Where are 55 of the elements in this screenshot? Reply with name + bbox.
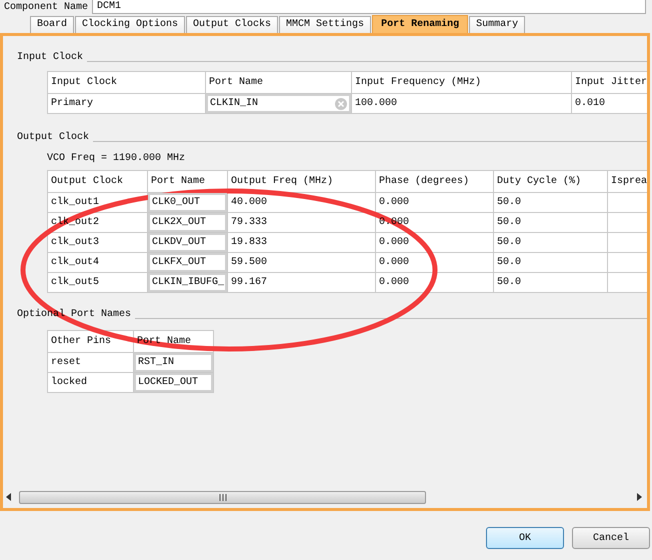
tab[interactable]: Output Clocks <box>186 16 278 33</box>
table-cell: 50.0 <box>494 252 608 272</box>
port-name-field[interactable]: CLK0_OUT <box>148 193 227 212</box>
tab[interactable]: Board <box>30 16 74 33</box>
table-cell: 50.0 <box>494 192 608 212</box>
tab[interactable]: Port Renaming <box>372 15 468 33</box>
section-title: Input Clock <box>17 52 84 63</box>
table-cell: 19.833 <box>228 232 376 252</box>
table-cell: 59.500 <box>228 252 376 272</box>
column-header: Output Freq (MHz) <box>228 170 376 192</box>
table-cell: 0.000 <box>376 272 494 292</box>
table-cell: clk_out4 <box>48 252 148 272</box>
column-header: Input Jitter <box>572 72 647 94</box>
table-cell: 0.000 <box>376 252 494 272</box>
tab[interactable]: Summary <box>469 16 526 33</box>
port-name-field[interactable]: LOCKED_OUT <box>134 373 213 392</box>
column-header: Duty Cycle (%) <box>494 170 608 192</box>
table-cell: 0.000 <box>376 192 494 212</box>
table-cell: 99.167 <box>228 272 376 292</box>
table-cell: 50.0 <box>494 272 608 292</box>
port-name-field[interactable]: CLKIN_IN <box>206 94 351 113</box>
tab[interactable]: Clocking Options <box>75 16 186 33</box>
ok-button[interactable]: OK <box>486 527 564 549</box>
column-header: Port Name <box>206 72 352 94</box>
table-cell: 40.000 <box>228 192 376 212</box>
column-header: Input Frequency (MHz) <box>352 72 572 94</box>
table-cell: Primary <box>48 94 206 114</box>
port-name-field[interactable]: CLKIN_IBUFG_ <box>148 273 227 292</box>
tab[interactable]: MMCM Settings <box>279 16 372 33</box>
table-cell: clk_out5 <box>48 272 148 292</box>
table-cell: reset <box>48 352 134 372</box>
table-cell: 0.000 <box>376 232 494 252</box>
table-cell: clk_out3 <box>48 232 148 252</box>
port-name-field[interactable]: CLKDV_OUT <box>148 233 227 252</box>
cancel-button[interactable]: Cancel <box>572 527 650 549</box>
table-cell: 50.0 <box>494 232 608 252</box>
port-name-field[interactable]: CLKFX_OUT <box>148 253 227 272</box>
section-title: Output Clock <box>17 132 90 143</box>
table-cell: 100.000 <box>352 94 572 114</box>
column-header: Phase (degrees) <box>376 170 494 192</box>
port-name-field[interactable]: RST_IN <box>134 353 213 372</box>
column-header: Output Clock <box>48 170 148 192</box>
scroll-left-icon[interactable] <box>5 493 13 501</box>
table-cell: locked <box>48 372 134 392</box>
field-label: Component Name <box>4 1 88 14</box>
port-name-field[interactable]: CLK2X_OUT <box>148 213 227 232</box>
column-header: Input Clock <box>48 72 206 94</box>
scrollbar-thumb[interactable] <box>19 490 426 504</box>
vco-frequency: VCO Freq = 1190.000 MHz <box>47 153 186 164</box>
column-header: Other Pins <box>48 330 134 352</box>
scroll-right-icon[interactable] <box>635 493 643 501</box>
component-name-field[interactable]: DCM1 <box>92 0 646 14</box>
table-cell: 50.0 <box>494 212 608 232</box>
table-cell: clk_out1 <box>48 192 148 212</box>
column-header: Isprea <box>608 170 647 192</box>
